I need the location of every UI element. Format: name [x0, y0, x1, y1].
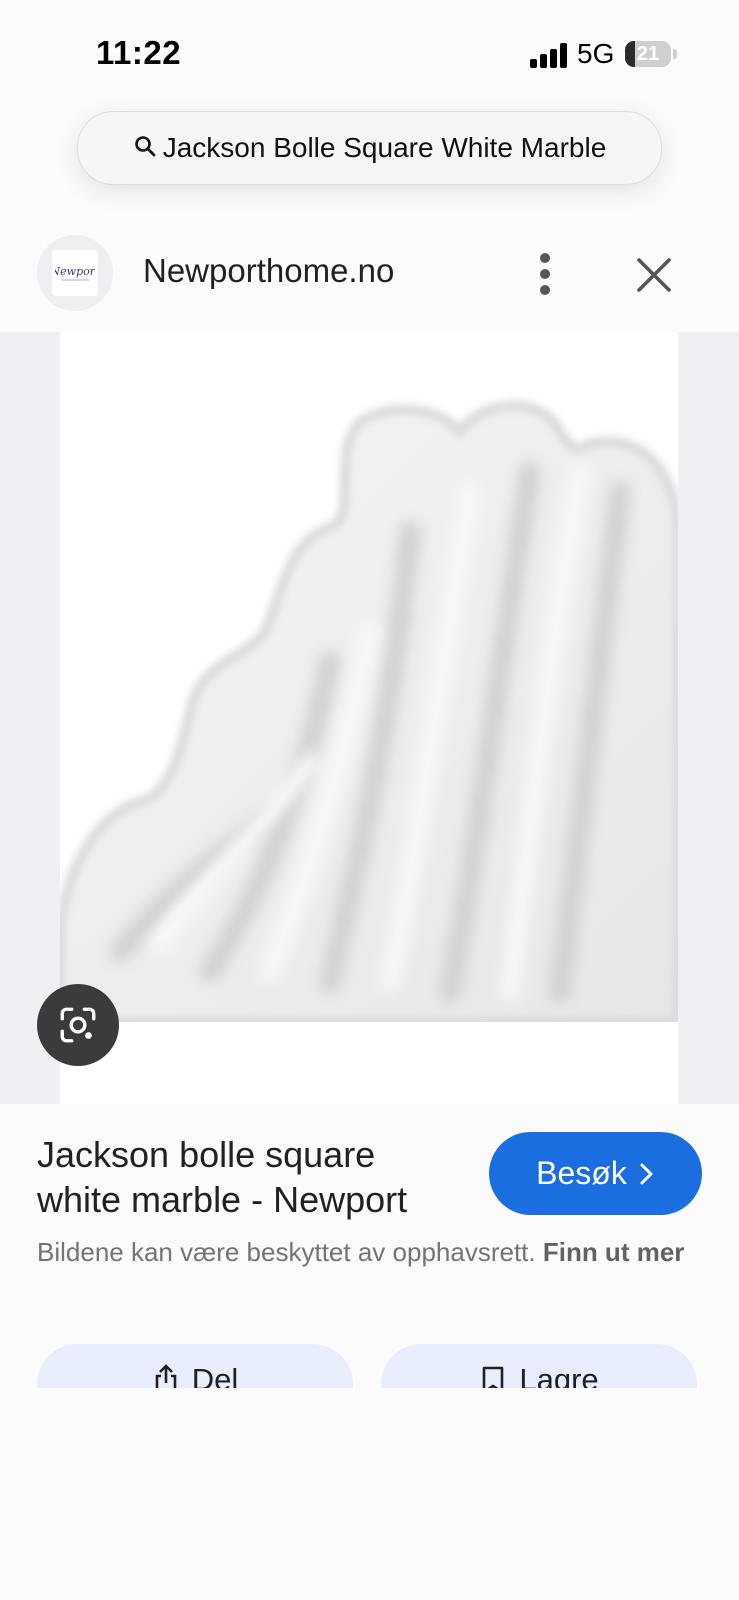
result-title[interactable]: Jackson bolle square white marble - Newp…	[37, 1132, 467, 1222]
google-lens-icon	[60, 1007, 96, 1043]
search-query: Jackson Bolle Square White Marble	[162, 132, 607, 163]
copyright-notice: Bildene kan være beskyttet av opphavsret…	[37, 1234, 697, 1271]
close-icon[interactable]	[633, 254, 675, 296]
battery-icon: 21	[625, 41, 671, 67]
chevron-right-icon	[640, 1163, 653, 1184]
search-bar[interactable]: Jackson Bolle Square White Marble	[77, 111, 662, 185]
status-bar: 11:22 5G 21	[0, 0, 739, 100]
share-button[interactable]: Del	[37, 1344, 353, 1388]
image-preview-area	[0, 332, 739, 1104]
visit-button[interactable]: Besøk	[489, 1132, 702, 1215]
visit-button-label: Besøk	[536, 1155, 627, 1191]
learn-more-link[interactable]: Finn ut mer	[543, 1237, 685, 1267]
signal-icon	[530, 42, 568, 68]
source-header: Newport Newporthome.no	[0, 232, 739, 316]
newport-logo-icon: Newport	[55, 265, 95, 281]
share-button-label: Del	[191, 1362, 239, 1388]
site-name[interactable]: Newporthome.no	[143, 252, 394, 290]
bottom-blank-area	[0, 1388, 739, 1600]
bookmark-icon	[483, 1366, 504, 1388]
google-lens-button[interactable]	[37, 984, 119, 1066]
site-logo[interactable]: Newport	[37, 235, 113, 311]
save-button[interactable]: Lagre	[381, 1344, 697, 1388]
network-type: 5G	[577, 38, 615, 69]
copyright-text: Bildene kan være beskyttet av opphavsret…	[37, 1237, 536, 1267]
share-icon	[155, 1364, 177, 1388]
save-button-label: Lagre	[519, 1362, 599, 1388]
action-row: Del Lagre	[0, 1344, 739, 1388]
svg-text:Newport: Newport	[55, 265, 95, 278]
product-image[interactable]	[60, 332, 678, 1104]
battery-tip	[673, 49, 677, 59]
status-time: 11:22	[96, 34, 182, 71]
shell-bowl-image	[60, 332, 678, 1104]
search-icon	[133, 134, 157, 163]
battery-level: 21	[636, 43, 660, 65]
more-vert-icon[interactable]	[530, 250, 560, 298]
